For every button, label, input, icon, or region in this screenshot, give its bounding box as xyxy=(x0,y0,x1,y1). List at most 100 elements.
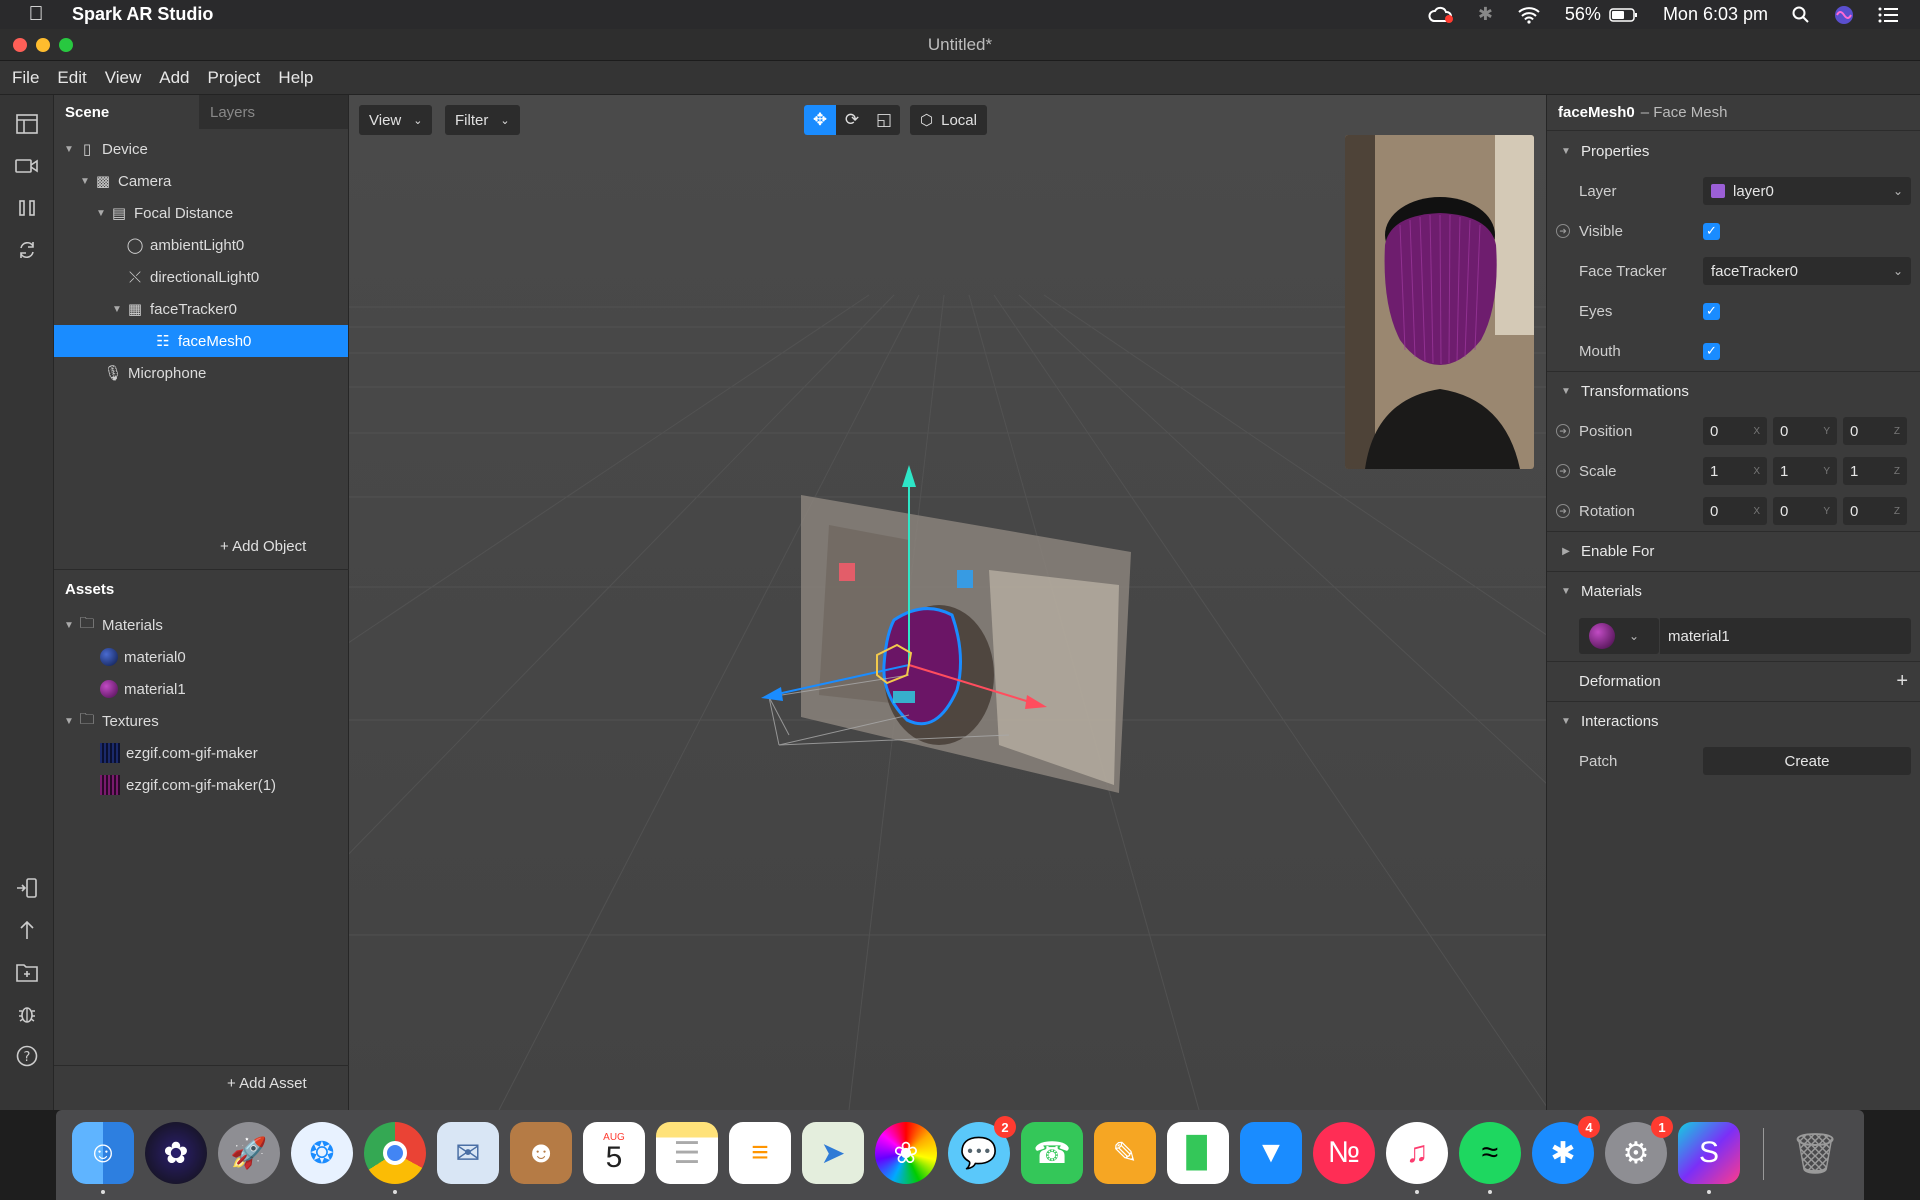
window-maximize-button[interactable] xyxy=(59,37,73,52)
rotation-y-field[interactable]: 0Y xyxy=(1773,497,1837,525)
menu-add[interactable]: Add xyxy=(159,68,189,88)
material-picker[interactable]: ⌄ xyxy=(1579,618,1659,654)
add-object-button[interactable]: + Add Object xyxy=(220,538,306,555)
apple-icon[interactable]:  xyxy=(0,3,72,26)
window-minimize-button[interactable] xyxy=(36,37,50,52)
tree-item-directional-light[interactable]: ⤬ directionalLight0 xyxy=(54,261,348,293)
bluetooth-icon[interactable]: ✱ xyxy=(1478,4,1493,25)
section-properties[interactable]: ▼ Properties xyxy=(1547,131,1920,171)
battery-percentage[interactable]: 56% xyxy=(1565,4,1601,25)
battery-icon[interactable] xyxy=(1609,7,1639,23)
keynote-icon[interactable]: ▼ xyxy=(1240,1122,1302,1184)
asset-texture-gif-maker[interactable]: ezgif.com-gif-maker xyxy=(54,737,349,769)
creative-cloud-icon[interactable] xyxy=(1428,6,1454,24)
section-transformations[interactable]: ▼ Transformations xyxy=(1547,371,1920,411)
help-icon[interactable]: ? xyxy=(12,1041,42,1071)
patch-link-arrow-icon[interactable]: ➜ xyxy=(1556,504,1570,518)
section-interactions[interactable]: ▼ Interactions xyxy=(1547,701,1920,741)
numbers-icon[interactable]: ▉ xyxy=(1167,1122,1229,1184)
siri-app-icon[interactable]: ✿ xyxy=(145,1122,207,1184)
filter-dropdown[interactable]: Filter ⌄ xyxy=(445,105,520,135)
patch-link-arrow-icon[interactable]: ➜ xyxy=(1556,424,1570,438)
expand-triangle-icon[interactable]: ▼ xyxy=(62,716,76,727)
asset-texture-gif-maker-1[interactable]: ezgif.com-gif-maker(1) xyxy=(54,769,349,801)
scale-y-field[interactable]: 1Y xyxy=(1773,457,1837,485)
scale-x-field[interactable]: 1X xyxy=(1703,457,1767,485)
pages-icon[interactable]: ✎ xyxy=(1094,1122,1156,1184)
asset-library-icon[interactable] xyxy=(12,957,42,987)
face-tracker-dropdown[interactable]: faceTracker0 ⌄ xyxy=(1703,257,1911,285)
send-to-device-icon[interactable] xyxy=(12,873,42,903)
upload-icon[interactable] xyxy=(12,915,42,945)
tree-item-face-mesh[interactable]: ☷ faceMesh0 xyxy=(54,325,348,357)
expand-triangle-icon[interactable]: ▼ xyxy=(110,304,124,315)
video-icon[interactable] xyxy=(12,151,42,181)
create-patch-button[interactable]: Create xyxy=(1703,747,1911,775)
messages-icon[interactable]: 💬 2 xyxy=(948,1116,1016,1184)
expand-triangle-icon[interactable]: ▶ xyxy=(1559,546,1573,557)
chrome-icon[interactable] xyxy=(364,1122,426,1194)
finder-icon[interactable]: ☺ xyxy=(72,1122,134,1194)
system-preferences-icon[interactable]: ⚙ 1 xyxy=(1605,1116,1673,1184)
mouth-checkbox[interactable]: ✓ xyxy=(1703,342,1720,360)
section-enable-for[interactable]: ▶ Enable For xyxy=(1547,531,1920,571)
material-name-field[interactable]: material1 xyxy=(1660,618,1911,654)
itunes-icon[interactable]: ♫ xyxy=(1386,1122,1448,1194)
menu-edit[interactable]: Edit xyxy=(57,68,86,88)
layer-dropdown[interactable]: layer0 ⌄ xyxy=(1703,177,1911,205)
tree-item-ambient-light[interactable]: ◯ ambientLight0 xyxy=(54,229,348,261)
camera-preview[interactable] xyxy=(1345,135,1534,469)
asset-folder-materials[interactable]: ▼ 🗀 Materials xyxy=(54,609,349,641)
add-deformation-plus-icon[interactable]: + xyxy=(1896,670,1908,693)
rotation-x-field[interactable]: 0X xyxy=(1703,497,1767,525)
expand-triangle-icon[interactable]: ▼ xyxy=(62,620,76,631)
bug-report-icon[interactable] xyxy=(12,999,42,1029)
reminders-icon[interactable]: ≡ xyxy=(729,1122,791,1184)
patch-link-arrow-icon[interactable]: ➜ xyxy=(1556,464,1570,478)
launchpad-icon[interactable]: 🚀 xyxy=(218,1122,280,1184)
menu-project[interactable]: Project xyxy=(208,68,261,88)
menu-bar-app-name[interactable]: Spark AR Studio xyxy=(72,4,213,25)
menu-help[interactable]: Help xyxy=(278,68,313,88)
add-asset-button[interactable]: + Add Asset xyxy=(227,1075,307,1092)
eyes-checkbox[interactable]: ✓ xyxy=(1703,302,1720,320)
siri-icon[interactable] xyxy=(1834,5,1854,25)
contacts-icon[interactable]: ☻ xyxy=(510,1122,572,1184)
expand-triangle-icon[interactable]: ▼ xyxy=(62,144,76,155)
news-icon[interactable]: № xyxy=(1313,1122,1375,1184)
tree-item-face-tracker[interactable]: ▼ ▦ faceTracker0 xyxy=(54,293,348,325)
trash-icon[interactable]: 🗑 xyxy=(1784,1122,1846,1184)
collapse-triangle-icon[interactable]: ▼ xyxy=(1559,586,1573,597)
asset-folder-textures[interactable]: ▼ 🗀 Textures xyxy=(54,705,349,737)
spark-ar-studio-icon[interactable]: S xyxy=(1678,1122,1740,1194)
menu-file[interactable]: File xyxy=(12,68,39,88)
menu-bar-clock[interactable]: Mon 6:03 pm xyxy=(1663,4,1768,25)
position-y-field[interactable]: 0Y xyxy=(1773,417,1837,445)
photos-icon[interactable]: ❀ xyxy=(875,1122,937,1184)
mail-icon[interactable]: ✉ xyxy=(437,1122,499,1184)
spotify-icon[interactable]: ≈ xyxy=(1459,1122,1521,1194)
tree-item-microphone[interactable]: 🎙 Microphone xyxy=(54,357,348,389)
tree-item-focal-distance[interactable]: ▼ ▤ Focal Distance xyxy=(54,197,348,229)
local-space-toggle[interactable]: ⬡ Local xyxy=(910,105,987,135)
tab-layers[interactable]: Layers xyxy=(199,95,344,129)
asset-material0[interactable]: material0 xyxy=(54,641,349,673)
collapse-triangle-icon[interactable]: ▼ xyxy=(1559,146,1573,157)
view-dropdown[interactable]: View ⌄ xyxy=(359,105,433,135)
app-store-icon[interactable]: ✱ 4 xyxy=(1532,1116,1600,1184)
notification-center-icon[interactable] xyxy=(1878,7,1898,23)
tab-scene[interactable]: Scene xyxy=(54,95,199,129)
rotation-z-field[interactable]: 0Z xyxy=(1843,497,1907,525)
pause-icon[interactable] xyxy=(12,193,42,223)
expand-triangle-icon[interactable]: ▼ xyxy=(78,176,92,187)
move-tool-icon[interactable]: ✥ xyxy=(804,105,836,135)
expand-triangle-icon[interactable]: ▼ xyxy=(94,208,108,219)
menu-view[interactable]: View xyxy=(105,68,142,88)
layout-icon[interactable] xyxy=(12,109,42,139)
rotate-tool-icon[interactable]: ⟳ xyxy=(836,105,868,135)
scale-tool-icon[interactable]: ◱ xyxy=(868,105,900,135)
section-deformation[interactable]: Deformation + xyxy=(1547,661,1920,701)
scale-z-field[interactable]: 1Z xyxy=(1843,457,1907,485)
window-close-button[interactable] xyxy=(13,37,27,52)
notes-icon[interactable]: ☰ xyxy=(656,1122,718,1184)
